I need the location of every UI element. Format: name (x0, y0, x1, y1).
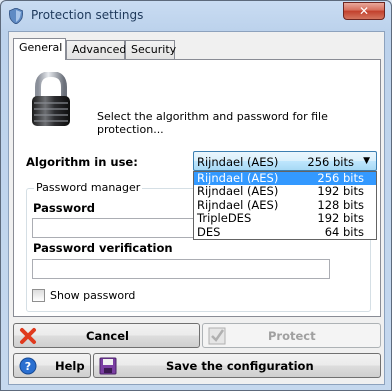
password-verification-label: Password verification (33, 241, 173, 255)
shield-icon (9, 8, 23, 24)
help-button[interactable]: ? Help (13, 353, 91, 378)
protect-label: Protect (268, 329, 316, 343)
option-name: Rijndael (AES) (197, 171, 279, 185)
general-tab-panel: Select the algorithm and password for fi… (13, 59, 381, 317)
help-icon: ? (19, 357, 37, 375)
tab-label: Security (131, 43, 177, 56)
tab-label: General (19, 41, 63, 54)
algorithm-label: Algorithm in use: (26, 155, 138, 169)
tab-label: Advanced (72, 43, 127, 56)
save-label: Save the configuration (166, 359, 314, 373)
show-password-label[interactable]: Show password (50, 289, 135, 302)
group-title: Password manager (34, 181, 143, 194)
description-text: Select the algorithm and password for fi… (97, 110, 328, 136)
algorithm-option[interactable]: Rijndael (AES) 128 bits (194, 197, 376, 212)
algorithm-option[interactable]: Rijndael (AES) 192 bits (194, 185, 376, 198)
selected-algorithm-name: Rijndael (AES) (197, 155, 279, 169)
option-name: TripleDES (197, 211, 252, 226)
checkmark-icon (208, 327, 226, 345)
option-bits: 256 bits (317, 171, 364, 185)
protection-settings-window: Protection settings ✕ General Advanced S… (0, 0, 392, 391)
close-button[interactable]: ✕ (343, 2, 385, 20)
chevron-down-icon: ▼ (363, 156, 370, 166)
algorithm-option[interactable]: DES 64 bits (194, 224, 376, 239)
password-verification-field[interactable] (32, 259, 330, 279)
red-x-icon (20, 328, 36, 344)
option-bits: 192 bits (317, 211, 364, 226)
algorithm-option[interactable]: TripleDES 192 bits (194, 212, 376, 225)
option-bits: 64 bits (324, 224, 364, 239)
algorithm-option[interactable]: Rijndael (AES) 256 bits (194, 171, 376, 186)
protect-button[interactable]: Protect (202, 323, 381, 348)
option-name: DES (197, 224, 221, 239)
option-name: Rijndael (AES) (197, 197, 279, 212)
option-name: Rijndael (AES) (197, 184, 279, 199)
save-configuration-button[interactable]: Save the configuration (93, 353, 381, 378)
title-bar[interactable]: Protection settings ✕ (1, 1, 391, 31)
close-icon: ✕ (358, 4, 370, 18)
option-bits: 192 bits (317, 184, 364, 199)
window-title: Protection settings (31, 8, 144, 22)
floppy-disk-icon (99, 357, 117, 375)
svg-text:?: ? (25, 360, 31, 373)
tab-security[interactable]: Security (125, 40, 177, 59)
tab-general[interactable]: General (13, 38, 66, 60)
show-password-checkbox[interactable] (32, 289, 45, 302)
selected-algorithm-bits: 256 bits (307, 155, 354, 169)
algorithm-dropdown-list: Rijndael (AES) 256 bits Rijndael (AES) 1… (193, 171, 377, 240)
password-label: Password (33, 201, 95, 215)
option-bits: 128 bits (317, 197, 364, 212)
cancel-button[interactable]: Cancel (13, 323, 200, 348)
padlock-icon (32, 72, 70, 126)
algorithm-select[interactable]: Rijndael (AES) 256 bits ▼ (193, 151, 377, 171)
cancel-label: Cancel (86, 329, 129, 343)
dialog-body: General Advanced Security Select the alg… (8, 31, 385, 385)
tab-advanced[interactable]: Advanced (66, 40, 127, 59)
help-label: Help (55, 359, 85, 373)
